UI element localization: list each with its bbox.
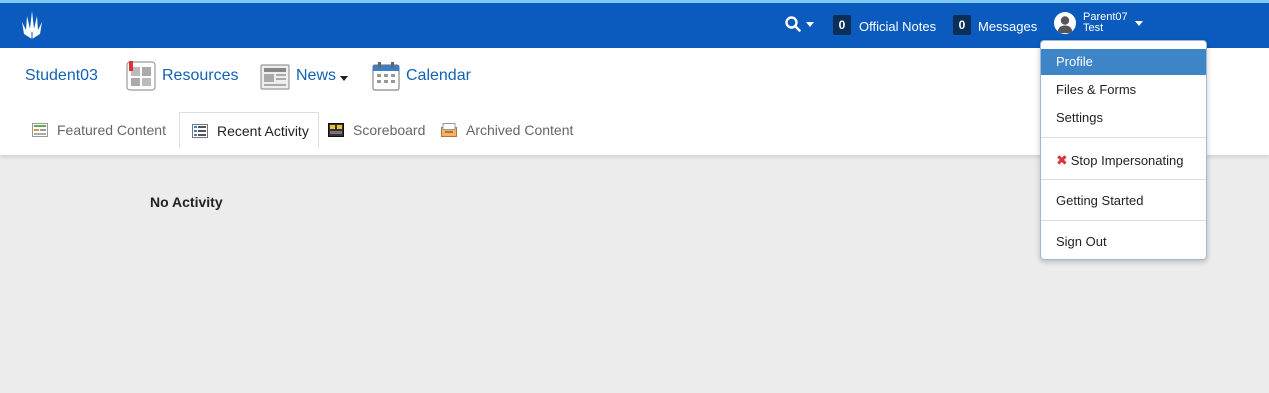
calendar-icon bbox=[372, 62, 400, 91]
tab-archived-content[interactable]: Archived Content bbox=[441, 112, 573, 148]
menu-item-label: Stop Impersonating bbox=[1070, 153, 1184, 168]
resources-link[interactable]: Resources bbox=[162, 66, 238, 86]
archived-content-icon bbox=[441, 123, 457, 137]
menu-divider bbox=[1041, 179, 1206, 180]
search-button[interactable] bbox=[785, 15, 814, 33]
messages-count-badge: 0 bbox=[953, 15, 971, 35]
messages-link[interactable]: Messages bbox=[978, 19, 1037, 35]
user-silhouette-icon bbox=[1057, 16, 1073, 33]
chevron-down-icon bbox=[806, 21, 814, 27]
tab-featured-content[interactable]: Featured Content bbox=[32, 112, 166, 148]
brand-logo-icon[interactable] bbox=[20, 10, 44, 40]
tab-scoreboard[interactable]: Scoreboard bbox=[328, 112, 425, 148]
menu-item-sign-out[interactable]: Sign Out bbox=[1041, 229, 1206, 255]
tab-label: Featured Content bbox=[57, 122, 166, 138]
empty-state-message: No Activity bbox=[150, 194, 223, 210]
featured-content-icon bbox=[32, 123, 48, 137]
tab-label: Recent Activity bbox=[217, 122, 309, 139]
news-icon bbox=[260, 64, 290, 90]
official-notes-count-badge: 0 bbox=[833, 15, 851, 35]
menu-divider bbox=[1041, 137, 1206, 138]
chevron-down-icon[interactable] bbox=[340, 76, 348, 81]
official-notes-link[interactable]: Official Notes bbox=[859, 19, 936, 35]
menu-item-stop-impersonating[interactable]: ✖ Stop Impersonating bbox=[1041, 147, 1206, 173]
menu-divider bbox=[1041, 220, 1206, 221]
search-icon bbox=[785, 16, 801, 32]
resources-icon bbox=[126, 61, 156, 91]
recent-activity-icon bbox=[192, 123, 208, 138]
tab-label: Scoreboard bbox=[353, 122, 426, 138]
chevron-down-icon[interactable] bbox=[1135, 21, 1143, 26]
user-dropdown-menu: Profile Files & Forms Settings ✖ Stop Imp… bbox=[1040, 40, 1207, 260]
menu-item-settings[interactable]: Settings bbox=[1041, 105, 1206, 131]
menu-item-profile[interactable]: Profile bbox=[1041, 49, 1206, 75]
user-avatar[interactable] bbox=[1054, 12, 1076, 34]
user-menu-toggle[interactable]: Parent07 Test bbox=[1083, 12, 1128, 34]
news-link[interactable]: News bbox=[296, 66, 336, 86]
tab-recent-activity[interactable]: Recent Activity bbox=[179, 112, 319, 148]
menu-item-getting-started[interactable]: Getting Started bbox=[1041, 188, 1206, 214]
tab-label: Archived Content bbox=[466, 122, 574, 138]
student-link[interactable]: Student03 bbox=[25, 66, 98, 86]
user-name-second: Test bbox=[1083, 22, 1104, 34]
calendar-link[interactable]: Calendar bbox=[406, 66, 471, 86]
close-x-icon: ✖ bbox=[1056, 152, 1068, 168]
menu-item-files-forms[interactable]: Files & Forms bbox=[1041, 77, 1206, 103]
scoreboard-icon bbox=[328, 123, 344, 137]
